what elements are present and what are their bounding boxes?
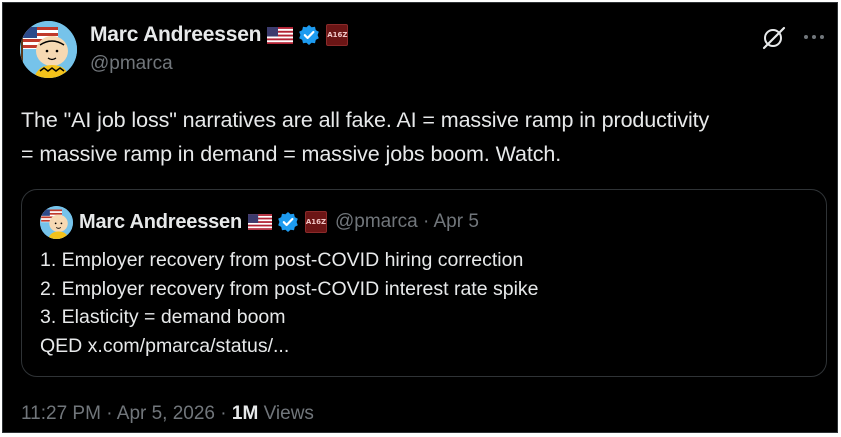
quoted-date[interactable]: Apr 5 — [434, 211, 479, 232]
tweet-text: The "AI job loss" narratives are all fak… — [21, 103, 831, 171]
author-name[interactable]: Marc Andreessen — [90, 23, 261, 47]
verified-badge-icon[interactable] — [298, 24, 320, 46]
quoted-text-line: QED x.com/pmarca/status/... — [40, 334, 290, 357]
quoted-text: 1. Employer recovery from post-COVID hir… — [40, 246, 539, 360]
verified-badge-icon[interactable] — [277, 211, 299, 233]
grok-slash-circle-icon[interactable] — [761, 25, 787, 51]
affiliate-badge[interactable]: A16Z — [305, 211, 327, 233]
us-flag-icon — [267, 26, 294, 44]
cartoon-avatar-icon — [40, 206, 73, 239]
quoted-author-avatar[interactable] — [40, 206, 73, 239]
quoted-text-line: 3. Elasticity = demand boom — [40, 306, 286, 328]
tweet-footer: 11:27 PM · Apr 5, 2026 · 1M Views — [21, 403, 314, 425]
us-flag-icon — [248, 214, 272, 230]
quoted-author-name[interactable]: Marc Andreessen — [79, 211, 242, 234]
author-name-row: Marc Andreessen A16Z — [90, 23, 349, 47]
tweet-card: Marc Andreessen A16Z @pmarca The "AI job… — [2, 2, 838, 433]
tweet-text-line: The "AI job loss" narratives are all fak… — [21, 108, 710, 132]
footer-separator: · — [106, 403, 113, 424]
quoted-tweet[interactable]: Marc Andreessen A16Z @pmarca · Apr 5 1. … — [21, 189, 827, 377]
footer-separator: · — [220, 403, 227, 424]
affiliate-badge[interactable]: A16Z — [326, 24, 349, 46]
post-time[interactable]: 11:27 PM — [21, 403, 101, 424]
post-date[interactable]: Apr 5, 2026 — [117, 403, 215, 424]
author-handle[interactable]: @pmarca — [90, 53, 173, 75]
quoted-text-line: 1. Employer recovery from post-COVID hir… — [40, 249, 524, 271]
quoted-text-line: 2. Employer recovery from post-COVID int… — [40, 277, 539, 300]
meta-separator: · — [422, 211, 430, 232]
tweet-text-line: = massive ramp in demand = massive jobs … — [21, 142, 562, 166]
more-options-icon[interactable] — [803, 29, 827, 45]
quoted-author-row: Marc Andreessen A16Z @pmarca · Apr 5 — [79, 209, 479, 235]
quoted-handle[interactable]: @pmarca — [335, 211, 418, 232]
author-avatar[interactable] — [20, 21, 77, 78]
cartoon-avatar-icon — [20, 21, 77, 78]
views-count: 1M — [231, 403, 259, 424]
views-label: Views — [263, 403, 314, 424]
quoted-meta: @pmarca · Apr 5 — [335, 211, 479, 233]
